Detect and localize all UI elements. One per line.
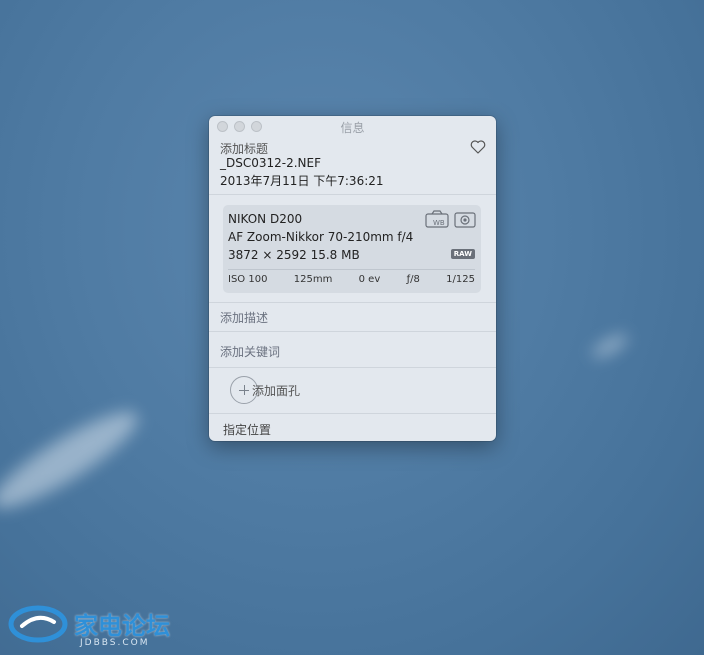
- iso-value: ISO 100: [228, 274, 268, 285]
- add-title-field[interactable]: 添加标题: [220, 140, 268, 157]
- filename: _DSC0312-2.NEF: [220, 156, 322, 170]
- focal-length: 125mm: [293, 274, 333, 285]
- watermark-brand: 家电论坛: [74, 611, 170, 640]
- divider: [209, 413, 496, 414]
- svg-text:WB: WB: [433, 219, 445, 227]
- raw-badge: RAW: [450, 249, 475, 259]
- capture-datetime: 2013年7月11日 下午7:36:21: [220, 174, 384, 188]
- white-balance-camera-icon: WB: [425, 210, 449, 228]
- cloud: [589, 330, 631, 362]
- info-window: 信息 添加标题 _DSC0312-2.NEF 2013年7月11日 下午7:36…: [209, 116, 496, 441]
- exposure-compensation: 0 ev: [358, 274, 381, 285]
- heart-icon[interactable]: [470, 140, 486, 154]
- shutter-speed: 1/125: [446, 274, 475, 285]
- watermark-site: JDBBS.COM: [80, 638, 150, 648]
- divider: [209, 331, 496, 332]
- add-description-field[interactable]: 添加描述: [220, 309, 268, 326]
- add-keywords-field[interactable]: 添加关键词: [220, 343, 280, 360]
- divider: [209, 367, 496, 368]
- camera-model: NIKON D200: [228, 212, 303, 226]
- metering-camera-icon: [454, 212, 476, 228]
- divider: [209, 194, 496, 195]
- image-dimensions-size: 3872 × 2592 15.8 MB: [228, 248, 360, 262]
- divider: [228, 269, 475, 270]
- brand-swirl-icon: [8, 605, 68, 643]
- add-faces-label[interactable]: 添加面孔: [252, 382, 300, 399]
- aperture-value: ƒ/8: [406, 274, 420, 285]
- window-title: 信息: [340, 121, 365, 135]
- exposure-stats: ISO 100 125mm 0 ev ƒ/8 1/125: [228, 274, 475, 285]
- exif-panel: NIKON D200 AF Zoom-Nikkor 70-210mm f/4 3…: [223, 205, 481, 293]
- lens-model: AF Zoom-Nikkor 70-210mm f/4: [228, 230, 414, 244]
- assign-location-field[interactable]: 指定位置: [223, 421, 271, 438]
- cloud: [0, 397, 148, 523]
- divider: [209, 302, 496, 303]
